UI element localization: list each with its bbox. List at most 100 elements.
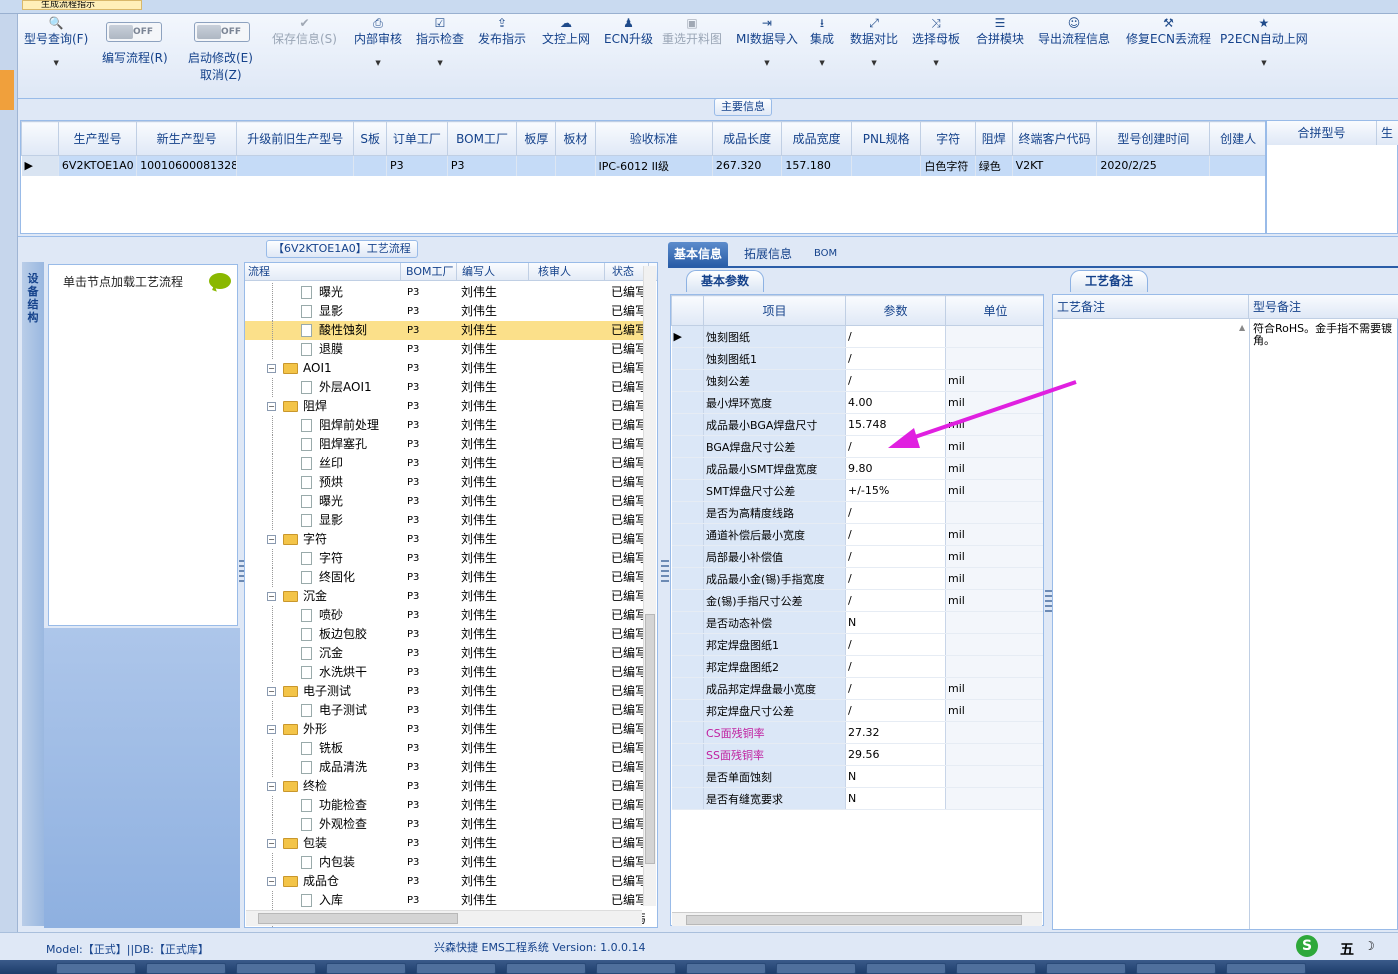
tree-hscrollbar[interactable] xyxy=(246,910,642,926)
tree-node[interactable]: 沉金 P3 刘伟生 已编写 xyxy=(245,644,645,663)
main-col-12[interactable]: 字符 xyxy=(920,121,976,156)
tree-node[interactable]: 外层AOI1 P3 刘伟生 已编写 xyxy=(245,378,645,397)
param-row[interactable]: 是否动态补偿 N xyxy=(671,611,1043,634)
taskbar-item[interactable] xyxy=(686,963,766,974)
main-col-14[interactable]: 终端客户代码 xyxy=(1011,121,1098,156)
main-cell-14[interactable]: V2KT xyxy=(1012,155,1098,176)
param-row[interactable]: 是否单面蚀刻 N xyxy=(671,765,1043,788)
main-cell-7[interactable] xyxy=(555,155,596,176)
tree-node[interactable]: 曝光 P3 刘伟生 已编写 xyxy=(245,492,645,511)
tree-node[interactable]: 内包装 P3 刘伟生 已编写 xyxy=(245,853,645,872)
main-cell-5[interactable]: P3 xyxy=(447,155,518,176)
ime-logo-icon[interactable]: S xyxy=(1296,935,1318,957)
collapse-toggle-icon[interactable]: − xyxy=(267,725,276,734)
params-hscrollbar[interactable] xyxy=(672,912,1042,926)
main-col-11[interactable]: PNL规格 xyxy=(850,121,922,156)
param-value[interactable]: 27.32 xyxy=(845,721,946,744)
tree-node[interactable]: − 成品仓 P3 刘伟生 已编写 xyxy=(245,872,645,891)
data-compare-button[interactable]: ⤢ 数据对比 ▼ xyxy=(850,14,898,68)
param-value[interactable]: / xyxy=(845,325,946,348)
tree-node[interactable]: 阻焊前处理 P3 刘伟生 已编写 xyxy=(245,416,645,435)
ecn-upgrade-button[interactable]: ♟ ECN升级 xyxy=(604,14,653,46)
edit-flow-toggle[interactable]: OFF xyxy=(106,22,162,42)
param-value[interactable]: N xyxy=(845,787,946,810)
param-value[interactable]: / xyxy=(845,523,946,546)
taskbar-item[interactable] xyxy=(776,963,856,974)
param-row[interactable]: 成品最小SMT焊盘宽度 9.80 mil xyxy=(671,457,1043,480)
main-col-9[interactable]: 成品长度 xyxy=(711,121,783,156)
document-tab[interactable]: 生成流程指示 xyxy=(22,0,142,10)
main-col-10[interactable]: 成品宽度 xyxy=(781,121,852,156)
tree-node[interactable]: 显影 P3 刘伟生 已编写 xyxy=(245,302,645,321)
main-cell-15[interactable]: 2020/2/25 xyxy=(1096,155,1211,176)
main-cell-1[interactable]: 10010600081328 xyxy=(136,155,238,176)
tab-basic-info[interactable]: 基本信息 xyxy=(668,242,729,266)
param-row[interactable]: 邦定焊盘图纸1/ xyxy=(671,633,1043,656)
taskbar-item[interactable] xyxy=(1226,963,1306,974)
tree-node[interactable]: 外观检查 P3 刘伟生 已编写 xyxy=(245,815,645,834)
main-cell-3[interactable] xyxy=(353,155,387,176)
tree-node[interactable]: 成品清洗 P3 刘伟生 已编写 xyxy=(245,758,645,777)
param-row[interactable]: 成品最小金(锡)手指宽度 / mil xyxy=(671,567,1043,590)
tree-node[interactable]: 退膜 P3 刘伟生 已编写 xyxy=(245,340,645,359)
fix-ecn-button[interactable]: ⚒ 修复ECN丢流程 xyxy=(1126,14,1211,46)
tab-bom[interactable]: BOM xyxy=(808,242,843,266)
main-col-2[interactable]: 升级前旧生产型号 xyxy=(236,121,355,156)
param-row[interactable]: SMT焊盘尺寸公差 +/-15% mil xyxy=(671,479,1043,502)
save-button[interactable]: ✔ 保存信息(S) xyxy=(272,14,337,46)
scroll-up-icon[interactable]: ▲ xyxy=(1239,323,1245,332)
tree-node[interactable]: 终固化 P3 刘伟生 已编写 xyxy=(245,568,645,587)
main-col-3[interactable]: S板 xyxy=(353,121,387,156)
tab-extended-info[interactable]: 拓展信息 xyxy=(738,242,798,266)
param-value[interactable]: 9.80 xyxy=(845,457,946,480)
param-value[interactable]: N xyxy=(845,765,946,788)
param-row[interactable]: ▶ 蚀刻图纸 / xyxy=(671,325,1043,348)
collapse-toggle-icon[interactable]: − xyxy=(267,839,276,848)
taskbar-item[interactable] xyxy=(326,963,406,974)
main-cell-2[interactable] xyxy=(236,155,355,176)
main-cell-11[interactable] xyxy=(851,155,922,176)
param-row[interactable]: 是否为高精度线路 / xyxy=(671,501,1043,524)
collapse-toggle-icon[interactable]: − xyxy=(267,877,276,886)
export-flow-button[interactable]: ☺ 导出流程信息 xyxy=(1038,14,1110,46)
taskbar-item[interactable] xyxy=(956,963,1036,974)
param-row[interactable]: 金(锡)手指尺寸公差 / mil xyxy=(671,589,1043,612)
param-row[interactable]: SS面残铜率 29.56 xyxy=(671,743,1043,766)
param-value[interactable]: / xyxy=(845,347,946,370)
mi-import-button[interactable]: ⇥ MI数据导入 ▼ xyxy=(736,14,798,68)
param-row[interactable]: 成品邦定焊盘最小宽度 / mil xyxy=(671,677,1043,700)
param-row[interactable]: 是否有缝宽要求 N xyxy=(671,787,1043,810)
subtab-basic-params[interactable]: 基本参数 xyxy=(686,270,765,292)
doc-upload-button[interactable]: ☁ 文控上网 xyxy=(542,14,590,46)
tree-node[interactable]: 曝光 P3 刘伟生 已编写 xyxy=(245,283,645,302)
cancel-label[interactable]: 取消(Z) xyxy=(200,66,242,83)
param-row[interactable]: 局部最小补偿值 / mil xyxy=(671,545,1043,568)
collapse-toggle-icon[interactable]: − xyxy=(267,687,276,696)
tree-node[interactable]: 入库 P3 刘伟生 已编写 xyxy=(245,891,645,910)
internal-review-button[interactable]: ⎙ 内部审核 ▼ xyxy=(354,14,402,68)
publish-button[interactable]: ⇪ 发布指示 xyxy=(478,14,526,46)
param-value[interactable]: / xyxy=(845,501,946,524)
param-value[interactable]: / xyxy=(845,567,946,590)
param-value[interactable]: +/-15% xyxy=(845,479,946,502)
main-col-15[interactable]: 型号创建时间 xyxy=(1096,121,1211,156)
param-row[interactable]: CS面残铜率 27.32 xyxy=(671,721,1043,744)
param-value[interactable]: / xyxy=(845,677,946,700)
param-value[interactable]: / xyxy=(845,589,946,612)
main-cell-0[interactable]: 6V2KTOE1A0 xyxy=(58,155,138,176)
tree-node[interactable]: 显影 P3 刘伟生 已编写 xyxy=(245,511,645,530)
indicator-check-button[interactable]: ☑ 指示检查 ▼ xyxy=(416,14,464,68)
param-value[interactable]: / xyxy=(845,655,946,678)
device-structure-vtab[interactable]: 设备结构 xyxy=(22,262,44,926)
taskbar-item[interactable] xyxy=(596,963,676,974)
param-value[interactable]: / xyxy=(845,633,946,656)
taskbar-item[interactable] xyxy=(236,963,316,974)
taskbar-item[interactable] xyxy=(1136,963,1216,974)
main-col-7[interactable]: 板材 xyxy=(555,121,596,156)
merge-module-button[interactable]: ☰ 合拼模块 xyxy=(976,14,1024,46)
splitter-handle-2[interactable] xyxy=(661,560,669,584)
param-value[interactable]: N xyxy=(845,611,946,634)
main-cell-4[interactable]: P3 xyxy=(386,155,448,176)
tree-node[interactable]: − 终检 P3 刘伟生 已编写 xyxy=(245,777,645,796)
tree-node[interactable]: 阻焊塞孔 P3 刘伟生 已编写 xyxy=(245,435,645,454)
